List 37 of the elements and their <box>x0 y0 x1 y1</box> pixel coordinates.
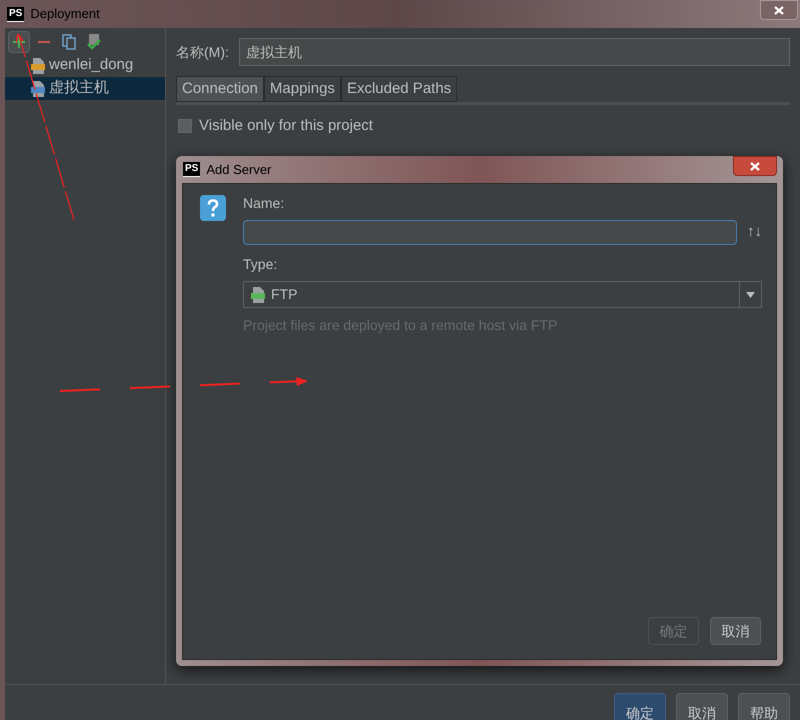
dialog-button[interactable]: 取消 <box>676 693 728 720</box>
server-check-icon <box>87 34 101 50</box>
close-icon <box>774 6 784 14</box>
dialog-button[interactable]: 帮助 <box>738 693 790 720</box>
close-icon <box>750 162 760 170</box>
server-item[interactable]: 虚拟主机 <box>5 77 165 100</box>
copy-icon <box>62 34 76 50</box>
dropdown-arrow-icon <box>746 292 755 298</box>
close-button[interactable] <box>733 156 777 176</box>
checkbox-label: Visible only for this project <box>199 116 373 136</box>
checkbox[interactable] <box>178 119 192 134</box>
server-item[interactable]: wenlei_dong <box>5 54 165 77</box>
minus-icon <box>38 41 50 43</box>
type-dropdown[interactable]: FTP <box>243 281 762 308</box>
dialog-button[interactable]: 确定 <box>614 693 666 720</box>
server-file-icon <box>251 286 265 302</box>
server-file-icon <box>31 80 45 96</box>
dialog-button[interactable]: 取消 <box>710 617 761 645</box>
type-value: FTP <box>271 285 298 304</box>
app-logo: PS <box>7 6 24 22</box>
dialog-title: Add Server <box>206 160 272 179</box>
sort-glyph[interactable]: ↑↓ <box>747 221 762 244</box>
tab[interactable]: Excluded Paths <box>340 76 458 102</box>
name-field[interactable]: 虚拟主机 <box>238 38 790 66</box>
server-name-field[interactable] <box>243 220 737 245</box>
question-icon <box>200 195 226 221</box>
tab[interactable]: Mappings <box>264 76 341 102</box>
name-label: Name: <box>243 194 286 213</box>
close-button[interactable] <box>760 0 798 20</box>
plus-icon <box>13 36 25 48</box>
window-title: Deployment <box>30 5 100 24</box>
server-file-icon <box>31 58 45 74</box>
tab[interactable]: Connection <box>176 76 264 102</box>
app-logo: PS <box>183 162 200 177</box>
add-button[interactable] <box>8 31 30 53</box>
type-label: Type: <box>243 255 278 274</box>
name-label: 名称(M): <box>176 42 229 62</box>
